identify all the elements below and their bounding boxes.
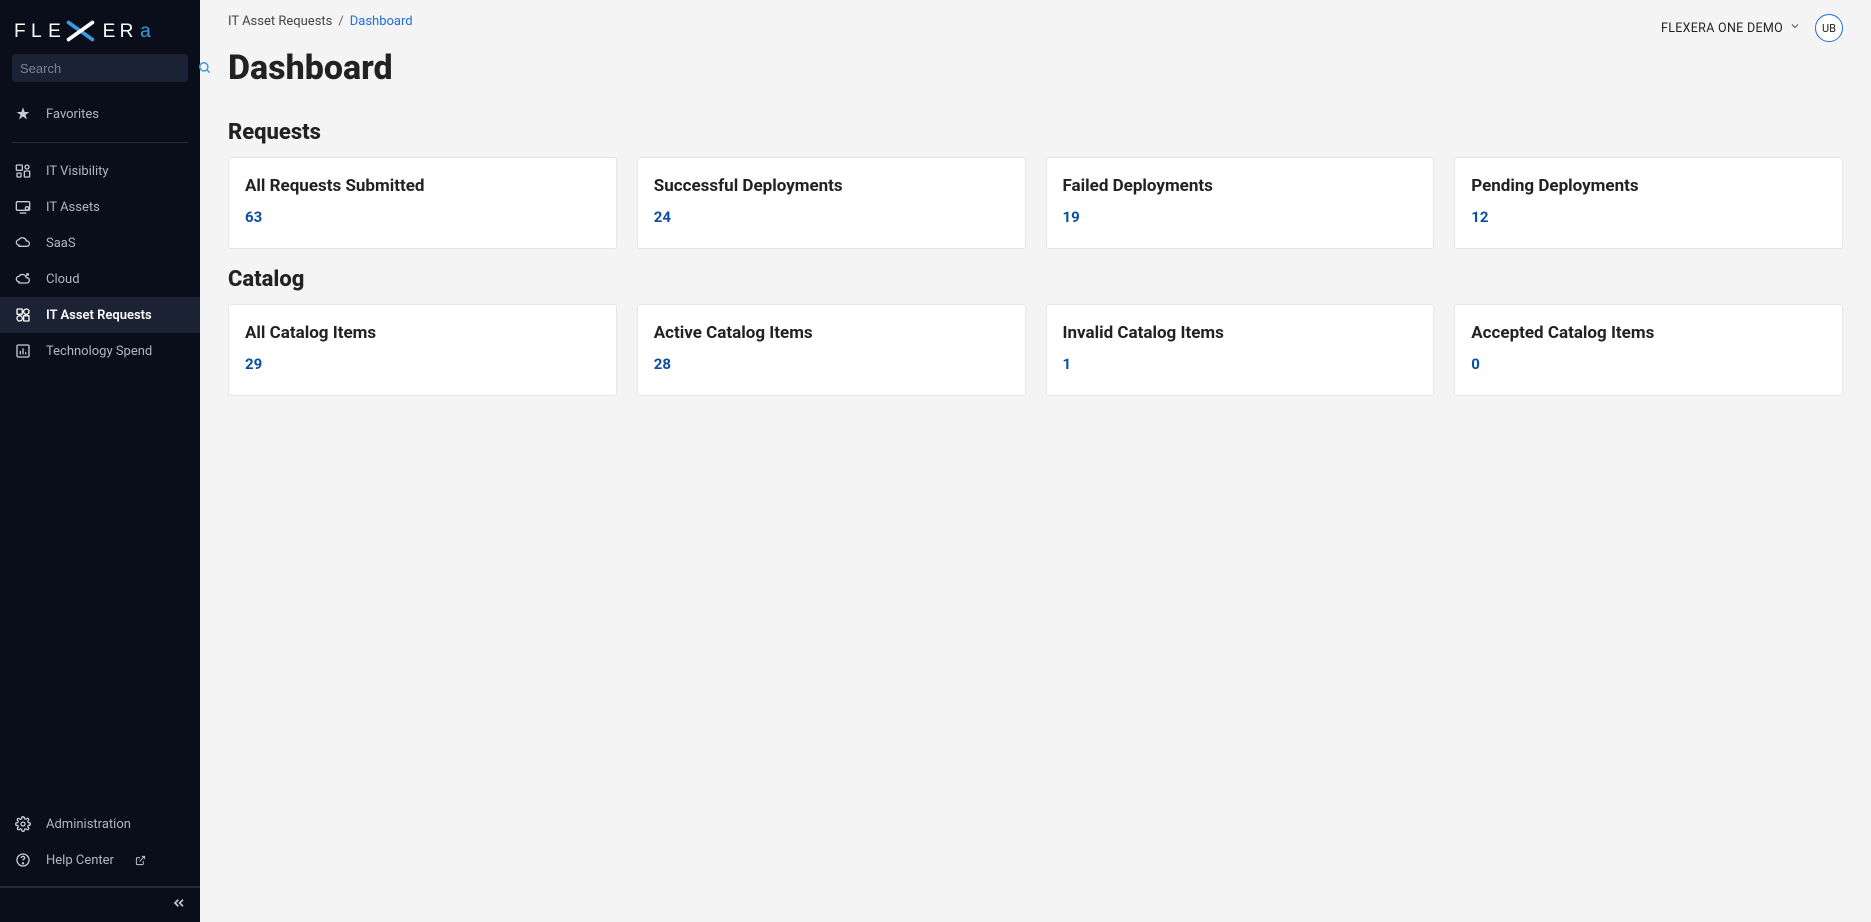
svg-text:F: F bbox=[14, 21, 28, 42]
sidebar-item-it-asset-requests[interactable]: IT Asset Requests bbox=[0, 297, 200, 333]
logo: F L E E R a bbox=[0, 0, 200, 54]
card-label: Invalid Catalog Items bbox=[1063, 323, 1418, 343]
card-value: 24 bbox=[654, 208, 1009, 226]
sidebar-item-label: IT Assets bbox=[46, 200, 100, 215]
card-all-requests-submitted[interactable]: All Requests Submitted 63 bbox=[228, 157, 617, 249]
sidebar-item-help-center[interactable]: Help Center bbox=[0, 842, 200, 878]
svg-text:L: L bbox=[31, 21, 44, 42]
chevron-double-left-icon bbox=[171, 895, 187, 915]
breadcrumb-separator: / bbox=[338, 14, 343, 29]
help-icon bbox=[14, 851, 32, 869]
sidebar: F L E E R a bbox=[0, 0, 200, 922]
card-value: 63 bbox=[245, 208, 600, 226]
sidebar-item-label: Technology Spend bbox=[46, 344, 152, 359]
card-label: Successful Deployments bbox=[654, 176, 1009, 196]
sidebar-item-label: Cloud bbox=[46, 272, 80, 287]
card-active-catalog-items[interactable]: Active Catalog Items 28 bbox=[637, 304, 1026, 396]
card-failed-deployments[interactable]: Failed Deployments 19 bbox=[1046, 157, 1435, 249]
sidebar-item-label: Help Center bbox=[46, 853, 114, 868]
external-link-icon bbox=[132, 851, 150, 869]
breadcrumb-parent[interactable]: IT Asset Requests bbox=[228, 14, 332, 29]
card-value: 29 bbox=[245, 355, 600, 373]
breadcrumb-current[interactable]: Dashboard bbox=[350, 14, 413, 29]
svg-text:E: E bbox=[103, 21, 118, 42]
sidebar-item-it-assets[interactable]: IT Assets bbox=[0, 189, 200, 225]
card-pending-deployments[interactable]: Pending Deployments 12 bbox=[1454, 157, 1843, 249]
monitor-icon bbox=[14, 198, 32, 216]
avatar-initials: UB bbox=[1822, 22, 1836, 35]
card-label: Active Catalog Items bbox=[654, 323, 1009, 343]
sidebar-item-technology-spend[interactable]: Technology Spend bbox=[0, 333, 200, 369]
cloud-icon bbox=[14, 270, 32, 288]
card-label: Failed Deployments bbox=[1063, 176, 1418, 196]
sidebar-item-favorites[interactable]: Favorites bbox=[0, 96, 200, 132]
org-name: FLEXERA ONE DEMO bbox=[1661, 21, 1783, 36]
page-title: Dashboard bbox=[200, 42, 1871, 106]
card-value: 0 bbox=[1471, 355, 1826, 373]
org-selector[interactable]: FLEXERA ONE DEMO bbox=[1661, 20, 1801, 36]
sidebar-item-label: IT Asset Requests bbox=[46, 308, 152, 323]
sidebar-item-label: IT Visibility bbox=[46, 164, 109, 179]
star-icon bbox=[14, 105, 32, 123]
card-label: All Catalog Items bbox=[245, 323, 600, 343]
sidebar-item-it-visibility[interactable]: IT Visibility bbox=[0, 153, 200, 189]
requests-icon bbox=[14, 306, 32, 324]
section-title-catalog: Catalog bbox=[228, 267, 1843, 292]
svg-text:E: E bbox=[48, 21, 63, 42]
visibility-icon bbox=[14, 162, 32, 180]
breadcrumb: IT Asset Requests / Dashboard bbox=[228, 14, 413, 29]
gear-icon bbox=[14, 815, 32, 833]
sidebar-item-label: Favorites bbox=[46, 107, 99, 122]
card-label: Pending Deployments bbox=[1471, 176, 1826, 196]
card-all-catalog-items[interactable]: All Catalog Items 29 bbox=[228, 304, 617, 396]
card-invalid-catalog-items[interactable]: Invalid Catalog Items 1 bbox=[1046, 304, 1435, 396]
card-successful-deployments[interactable]: Successful Deployments 24 bbox=[637, 157, 1026, 249]
chart-icon bbox=[14, 342, 32, 360]
card-label: Accepted Catalog Items bbox=[1471, 323, 1826, 343]
sidebar-item-cloud[interactable]: Cloud bbox=[0, 261, 200, 297]
avatar[interactable]: UB bbox=[1815, 14, 1843, 42]
flexera-logo-icon: F L E E R a bbox=[14, 18, 164, 44]
card-accepted-catalog-items[interactable]: Accepted Catalog Items 0 bbox=[1454, 304, 1843, 396]
collapse-sidebar-button[interactable] bbox=[168, 894, 190, 916]
chevron-down-icon bbox=[1789, 20, 1801, 36]
sidebar-item-label: SaaS bbox=[46, 236, 76, 251]
card-label: All Requests Submitted bbox=[245, 176, 600, 196]
card-value: 12 bbox=[1471, 208, 1826, 226]
sidebar-item-label: Administration bbox=[46, 817, 131, 832]
svg-text:a: a bbox=[140, 21, 153, 42]
svg-text:R: R bbox=[120, 21, 137, 42]
sidebar-item-administration[interactable]: Administration bbox=[0, 806, 200, 842]
card-value: 19 bbox=[1063, 208, 1418, 226]
search-input[interactable] bbox=[20, 61, 196, 76]
card-value: 28 bbox=[654, 355, 1009, 373]
sidebar-item-saas[interactable]: SaaS bbox=[0, 225, 200, 261]
saas-icon bbox=[14, 234, 32, 252]
section-title-requests: Requests bbox=[228, 120, 1843, 145]
search-input-wrap[interactable] bbox=[12, 54, 188, 82]
card-value: 1 bbox=[1063, 355, 1418, 373]
main-content: IT Asset Requests / Dashboard FLEXERA ON… bbox=[200, 0, 1871, 922]
